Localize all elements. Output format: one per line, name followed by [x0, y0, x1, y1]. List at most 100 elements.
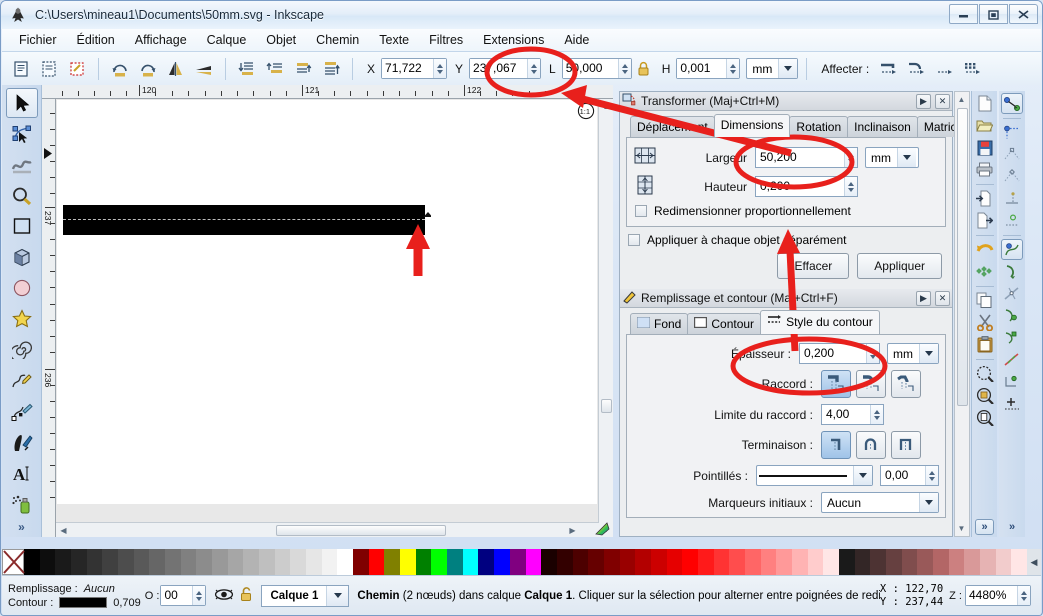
bezier-tool[interactable] — [6, 397, 38, 427]
dash-offset-stepper[interactable] — [925, 466, 938, 485]
snap-bbox-edge-midpoints-icon[interactable] — [1001, 188, 1023, 209]
y-stepper[interactable] — [527, 59, 540, 78]
palette-swatch[interactable] — [917, 549, 933, 575]
markers-select[interactable]: Aucun — [821, 492, 939, 513]
snap-rotation-centers-icon[interactable] — [1001, 393, 1023, 414]
raise-icon[interactable] — [290, 56, 316, 82]
palette-swatch[interactable] — [134, 549, 150, 575]
stroke-width-input[interactable]: 0,200 — [799, 343, 880, 364]
tweak-tool[interactable] — [6, 150, 38, 180]
none-color-icon[interactable] — [2, 549, 24, 575]
transform-height-stepper[interactable] — [844, 177, 857, 196]
palette-swatch[interactable] — [855, 549, 871, 575]
palette-swatch[interactable] — [1011, 549, 1027, 575]
select-all-layers-icon[interactable] — [36, 56, 62, 82]
palette-swatch[interactable] — [886, 549, 902, 575]
dash-offset-input[interactable]: 0,00 — [880, 465, 939, 486]
style-indicator[interactable]: Remplissage : Aucun Contour : 0,709 — [8, 583, 141, 609]
palette-swatch[interactable] — [228, 549, 244, 575]
palette-swatch[interactable] — [212, 549, 228, 575]
selector-tool[interactable] — [6, 88, 38, 118]
fill-stroke-dialog-close-button[interactable]: ✕ — [935, 291, 950, 306]
menu-extensions[interactable]: Extensions — [474, 30, 553, 50]
snap-smooth-nodes-icon[interactable] — [1001, 327, 1023, 348]
lock-ratio-icon[interactable] — [634, 56, 654, 82]
palette-swatch[interactable] — [102, 549, 118, 575]
x-stepper[interactable] — [433, 59, 446, 78]
palette-swatch[interactable] — [541, 549, 557, 575]
palette-swatch[interactable] — [604, 549, 620, 575]
rotate-90-cw-icon[interactable] — [135, 56, 161, 82]
lower-icon[interactable] — [262, 56, 288, 82]
affect-rounded-corners-icon[interactable] — [903, 56, 929, 82]
transform-dialog-menu-button[interactable]: ▶ — [916, 94, 931, 109]
palette-swatches[interactable] — [24, 549, 1027, 575]
flip-horizontal-icon[interactable] — [163, 56, 189, 82]
toolbox-more-button[interactable]: » — [18, 520, 25, 534]
tab-inclinaison[interactable]: Inclinaison — [847, 116, 918, 137]
snap-nodes-paths-icon[interactable] — [1001, 239, 1023, 260]
palette-swatch[interactable] — [792, 549, 808, 575]
text-tool[interactable]: A — [6, 458, 38, 488]
palette-swatch[interactable] — [478, 549, 494, 575]
spiral-tool[interactable] — [6, 335, 38, 365]
palette-swatch[interactable] — [808, 549, 824, 575]
palette-swatch[interactable] — [71, 549, 87, 575]
bevel-join-icon[interactable] — [891, 370, 921, 398]
snap-midpoints-icon[interactable] — [1001, 349, 1023, 370]
palette-swatch[interactable] — [980, 549, 996, 575]
palette-swatch[interactable] — [698, 549, 714, 575]
menu-objet[interactable]: Objet — [257, 30, 305, 50]
scroll-down-arrow-icon[interactable]: ▼ — [955, 522, 968, 535]
snap-to-paths-icon[interactable] — [1001, 261, 1023, 282]
apply-each-object-row[interactable]: Appliquer à chaque objet séparément — [626, 233, 946, 247]
flip-vertical-icon[interactable] — [191, 56, 217, 82]
copy-icon[interactable] — [974, 290, 996, 311]
chevron-down-icon[interactable] — [919, 493, 938, 512]
dock-scrollbar[interactable]: ▲ ▼ — [954, 91, 970, 537]
palette-swatch[interactable] — [682, 549, 698, 575]
palette-swatch[interactable] — [431, 549, 447, 575]
palette-swatch[interactable] — [651, 549, 667, 575]
stroke-width-stepper[interactable] — [866, 344, 879, 363]
rectangle-tool[interactable] — [6, 211, 38, 241]
dashes-select[interactable] — [756, 465, 873, 486]
tab-dimensions[interactable]: Dimensions — [714, 114, 791, 137]
import-icon[interactable] — [974, 188, 996, 209]
palette-swatch[interactable] — [526, 549, 542, 575]
ellipse-tool[interactable] — [6, 273, 38, 303]
palette-swatch[interactable] — [761, 549, 777, 575]
new-document-icon[interactable] — [974, 93, 996, 114]
zoom-drawing-icon[interactable] — [974, 385, 996, 406]
menu-texte[interactable]: Texte — [370, 30, 418, 50]
menu-affichage[interactable]: Affichage — [126, 30, 196, 50]
raise-to-top-icon[interactable] — [318, 56, 344, 82]
color-wheel-icon[interactable] — [594, 521, 611, 536]
affect-stroke-width-icon[interactable] — [875, 56, 901, 82]
chevron-down-icon[interactable] — [853, 466, 872, 485]
palette-swatch[interactable] — [400, 549, 416, 575]
undo-icon[interactable] — [974, 239, 996, 260]
snap-bbox-centers-icon[interactable] — [1001, 210, 1023, 231]
enable-snapping-icon[interactable] — [1001, 93, 1023, 114]
snap-path-intersections-icon[interactable] — [1001, 283, 1023, 304]
canvas-horizontal-scrollbar[interactable]: ◀ ▶ — [56, 522, 599, 537]
minimize-button[interactable] — [949, 4, 978, 24]
transform-dialog-header[interactable]: Transformer (Maj+Ctrl+M) ▶ ✕ — [620, 92, 952, 111]
color-palette[interactable]: ◀ — [2, 549, 1041, 575]
scale-proportionally-row[interactable]: Redimensionner proportionnellement — [633, 204, 939, 218]
clear-button[interactable]: Effacer — [777, 253, 849, 279]
palette-swatch[interactable] — [557, 549, 573, 575]
palette-swatch[interactable] — [667, 549, 683, 575]
unlock-icon[interactable] — [239, 586, 255, 605]
open-document-icon[interactable] — [974, 115, 996, 136]
miter-limit-input[interactable]: 4,00 — [821, 404, 884, 425]
chevron-down-icon[interactable] — [897, 148, 916, 167]
eye-icon[interactable] — [214, 587, 234, 605]
palette-swatch[interactable] — [729, 549, 745, 575]
menu-fichier[interactable]: Fichier — [10, 30, 66, 50]
round-cap-icon[interactable] — [856, 431, 886, 459]
palette-swatch[interactable] — [823, 549, 839, 575]
palette-swatch[interactable] — [55, 549, 71, 575]
chevron-down-icon[interactable] — [778, 59, 797, 78]
